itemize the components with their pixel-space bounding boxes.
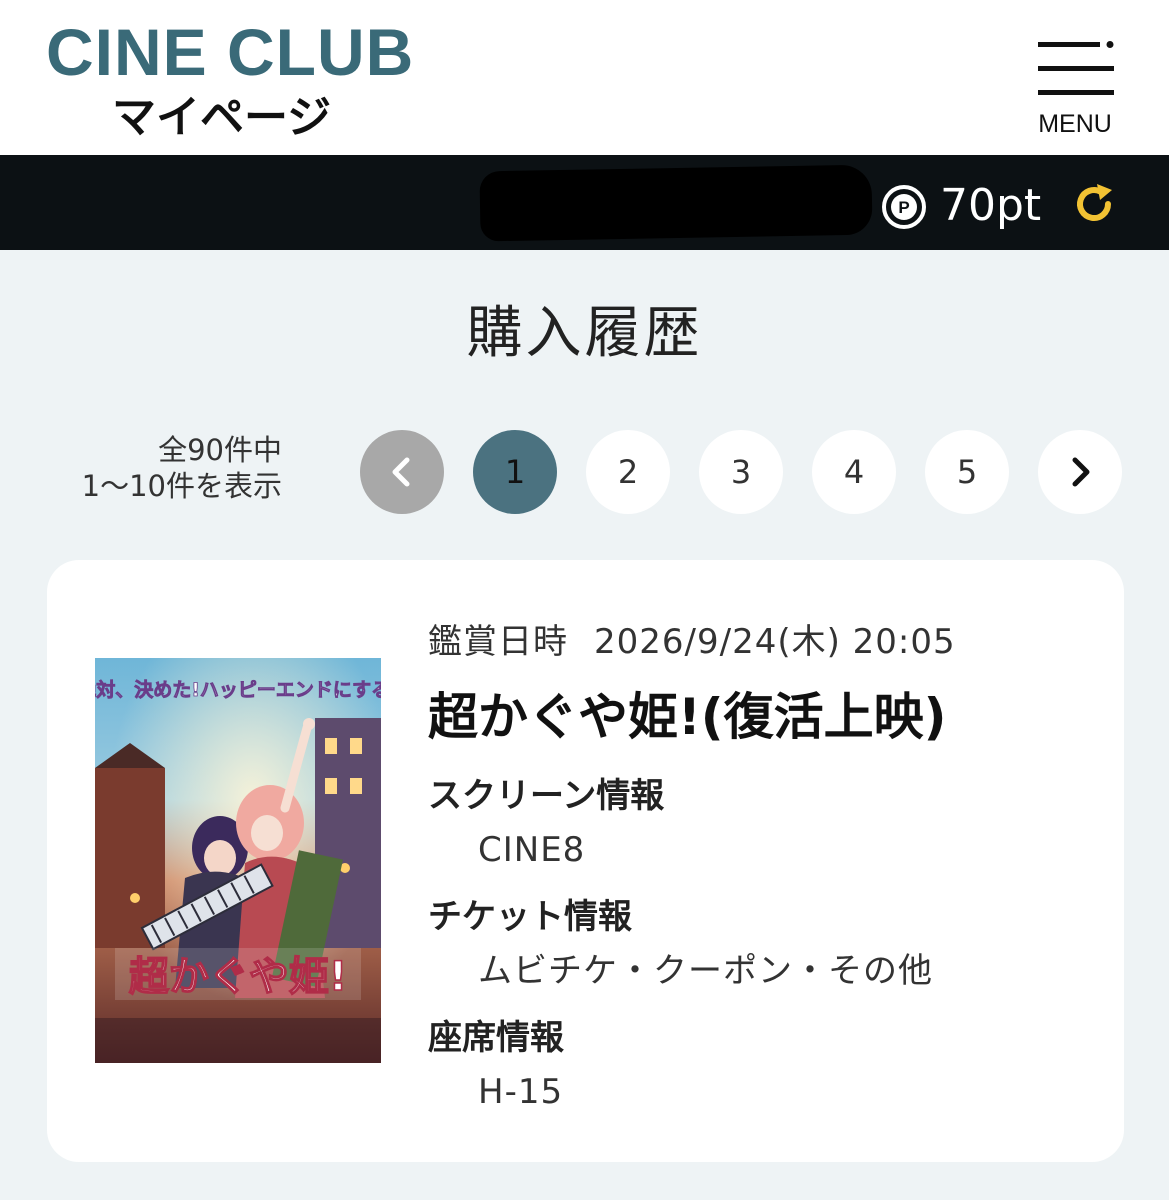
chevron-right-icon bbox=[1072, 457, 1090, 487]
menu-label: MENU bbox=[1038, 110, 1112, 138]
screen-info-label: スクリーン情報 bbox=[428, 776, 665, 816]
poster-title: 超かぐや姫! bbox=[129, 954, 347, 1000]
page-button-5[interactable]: 5 bbox=[925, 430, 1009, 514]
page-button-4[interactable]: 4 bbox=[812, 430, 896, 514]
result-range: 1〜10件を表示 bbox=[81, 469, 282, 503]
hamburger-menu-icon bbox=[1038, 41, 1114, 95]
movie-poster[interactable]: 絶対、決めた!ハッピーエンドにする! 超かぐや姫! bbox=[95, 658, 381, 1063]
seat-info-value: H-15 bbox=[478, 1072, 564, 1112]
seat-info-label: 座席情報 bbox=[428, 1018, 564, 1058]
page-button-3[interactable]: 3 bbox=[699, 430, 783, 514]
datetime-label: 鑑賞日時 bbox=[428, 622, 568, 662]
page-title: 購入履歴 bbox=[466, 301, 703, 366]
ticket-info-value: ムビチケ・クーポン・その他 bbox=[478, 951, 933, 991]
ticket-info-label: チケット情報 bbox=[428, 897, 632, 937]
page-section-title: マイページ bbox=[112, 92, 332, 143]
result-total: 全90件中 bbox=[158, 433, 282, 467]
viewing-datetime: 鑑賞日時 2026/9/24(木) 20:05 bbox=[428, 620, 956, 664]
prev-page-button[interactable] bbox=[360, 430, 444, 514]
page-button-1[interactable]: 1 bbox=[473, 430, 557, 514]
menu-button[interactable]: MENU bbox=[1030, 36, 1120, 142]
result-count: 全90件中 1〜10件を表示 bbox=[30, 432, 282, 504]
next-page-button[interactable] bbox=[1038, 430, 1122, 514]
header: CINE CLUB マイページ MENU bbox=[0, 0, 1169, 155]
redacted-username bbox=[479, 164, 873, 242]
screen-info-value: CINE8 bbox=[478, 830, 586, 870]
datetime-value: 2026/9/24(木) 20:05 bbox=[594, 622, 956, 662]
points-balance: 70pt bbox=[940, 180, 1042, 231]
points-p-icon: P bbox=[882, 185, 926, 229]
chevron-left-icon bbox=[392, 457, 410, 487]
svg-text:P: P bbox=[898, 198, 909, 217]
refresh-icon[interactable] bbox=[1070, 180, 1118, 228]
site-logo[interactable]: CINE CLUB bbox=[46, 14, 414, 90]
film-title[interactable]: 超かぐや姫!(復活上映) bbox=[428, 685, 947, 749]
poster-tagline: 絶対、決めた!ハッピーエンドにする! bbox=[95, 678, 381, 701]
page-button-2[interactable]: 2 bbox=[586, 430, 670, 514]
